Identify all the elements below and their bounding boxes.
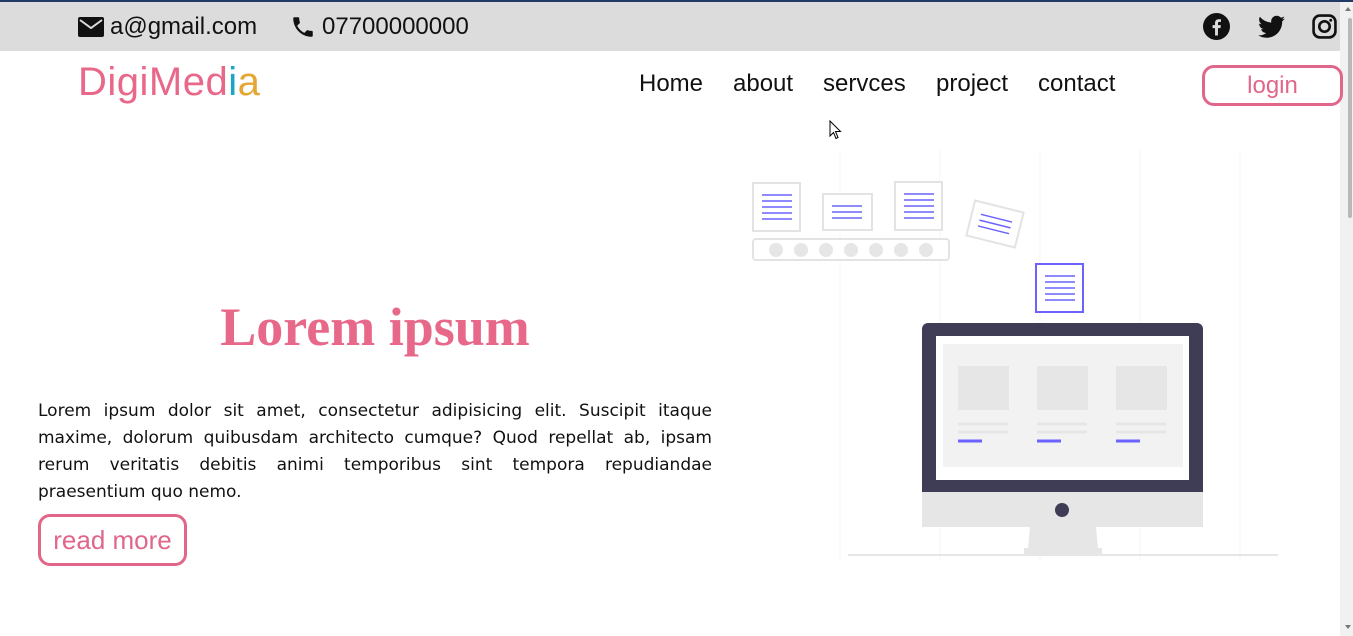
- instagram-link[interactable]: [1312, 2, 1337, 51]
- monitor: [848, 323, 1278, 556]
- document-card-1: [752, 182, 801, 232]
- scroll-up-arrow-icon[interactable]: [1345, 6, 1351, 12]
- twitter-icon: [1258, 15, 1285, 38]
- facebook-icon: [1203, 13, 1230, 40]
- hero-illustration: [752, 150, 1278, 560]
- nav-about[interactable]: about: [733, 70, 793, 98]
- twitter-link[interactable]: [1258, 2, 1285, 51]
- logo-text-a: a: [237, 60, 261, 104]
- document-card-tilted: [965, 199, 1025, 249]
- logo-text-main: DigiMed: [78, 60, 229, 104]
- email-text: a@gmail.com: [110, 12, 258, 40]
- document-card-floating: [1035, 263, 1084, 313]
- nav-services[interactable]: servces: [823, 70, 906, 98]
- phone-text: 07700000000: [322, 12, 469, 40]
- scrollbar-thumb[interactable]: [1348, 18, 1352, 218]
- login-button[interactable]: login: [1202, 65, 1343, 106]
- mouse-cursor-icon: [829, 120, 842, 140]
- phone-icon: [293, 16, 313, 37]
- email-contact[interactable]: a@gmail.com: [78, 2, 257, 51]
- phone-contact[interactable]: 07700000000: [290, 2, 469, 51]
- site-logo[interactable]: DigiMedia: [78, 60, 260, 105]
- progress-dots: [752, 238, 950, 261]
- hero-description: Lorem ipsum dolor sit amet, consectetur …: [38, 401, 712, 502]
- scroll-down-arrow-icon[interactable]: [1345, 624, 1351, 630]
- document-card-2: [822, 193, 873, 231]
- logo-text-i: i: [228, 60, 238, 104]
- hero-title: Lorem ipsum: [220, 297, 530, 357]
- nav-project[interactable]: project: [936, 70, 1008, 98]
- document-card-3: [894, 181, 943, 231]
- nav-home[interactable]: Home: [639, 70, 703, 98]
- read-more-button[interactable]: read more: [38, 514, 187, 566]
- top-info-bar: a@gmail.com 07700000000: [0, 2, 1340, 51]
- instagram-icon: [1312, 14, 1337, 39]
- envelope-icon: [78, 16, 104, 37]
- facebook-link[interactable]: [1203, 2, 1230, 51]
- nav-contact[interactable]: contact: [1038, 70, 1115, 98]
